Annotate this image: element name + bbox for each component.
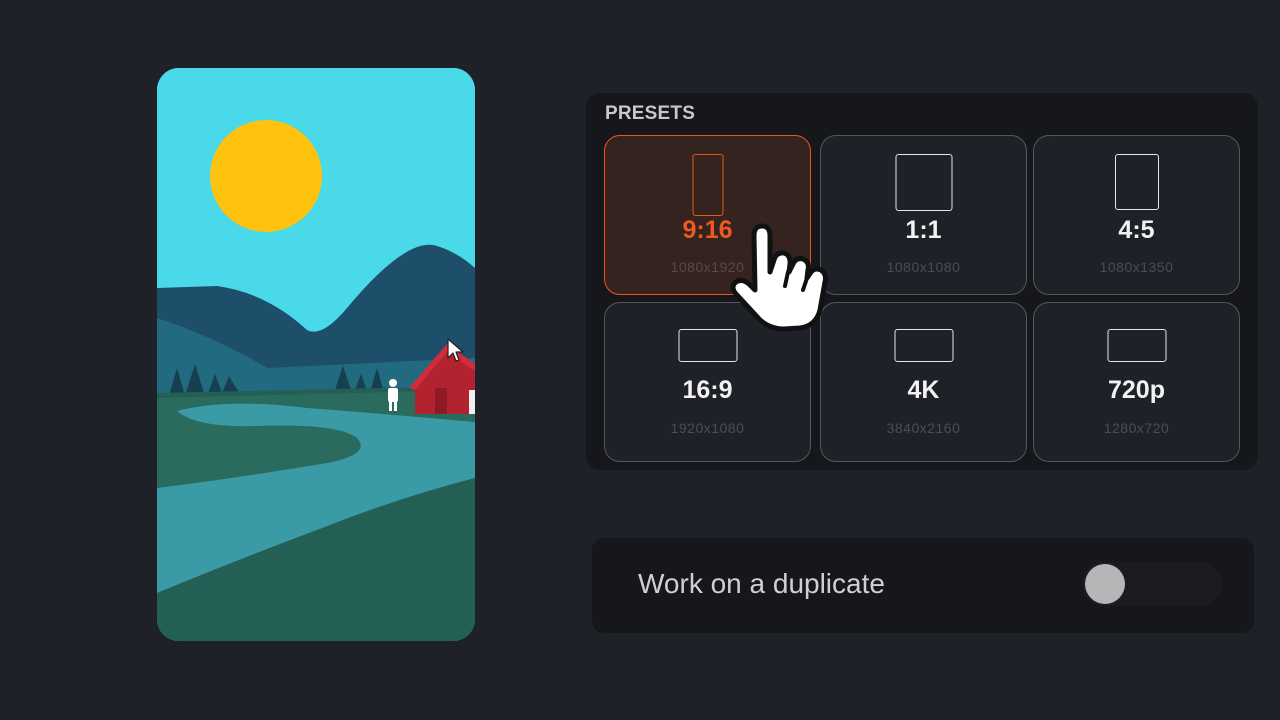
duplicate-toggle[interactable] (1082, 562, 1222, 606)
preset-ratio-label: 16:9 (682, 376, 733, 404)
preset-resolution-label: 1080x1080 (886, 259, 961, 275)
portrait-frame-icon (1114, 154, 1159, 210)
preset-resolution-label: 1280x720 (1103, 420, 1170, 436)
preset-resolution-label: 1920x1080 (670, 420, 745, 436)
duplicate-option-card: Work on a duplicate (592, 538, 1254, 633)
preview-canvas (157, 68, 475, 641)
preset-ratio-label: 1:1 (905, 216, 942, 244)
preset-4k[interactable]: 4K 3840x2160 (820, 302, 1027, 462)
sun-icon (210, 120, 322, 232)
preset-4-5[interactable]: 4:5 1080x1350 (1033, 135, 1240, 295)
preset-ratio-label: 4K (907, 376, 940, 404)
toggle-knob (1085, 564, 1125, 604)
preset-resolution-label: 1080x1350 (1099, 259, 1174, 275)
landscape-frame-icon (894, 329, 953, 362)
duplicate-toggle-label: Work on a duplicate (638, 568, 885, 599)
square-frame-icon (895, 154, 952, 211)
presets-title: PRESETS (605, 103, 696, 124)
hand-pointer-cursor-icon (730, 223, 828, 332)
preset-ratio-label: 720p (1108, 376, 1165, 404)
preset-720p[interactable]: 720p 1280x720 (1033, 302, 1240, 462)
preset-resolution-label: 3840x2160 (886, 420, 961, 436)
portrait-frame-icon (692, 154, 723, 216)
app-stage: PRESETS 9:16 1080x1920 1:1 1080x1080 4:5… (0, 0, 1280, 720)
preset-ratio-label: 4:5 (1118, 216, 1155, 244)
preset-1-1[interactable]: 1:1 1080x1080 (820, 135, 1027, 295)
arrow-cursor-icon (447, 338, 464, 362)
landscape-frame-icon (1107, 329, 1166, 362)
presets-panel: PRESETS 9:16 1080x1920 1:1 1080x1080 4:5… (586, 93, 1258, 470)
landscape-illustration (157, 68, 475, 641)
